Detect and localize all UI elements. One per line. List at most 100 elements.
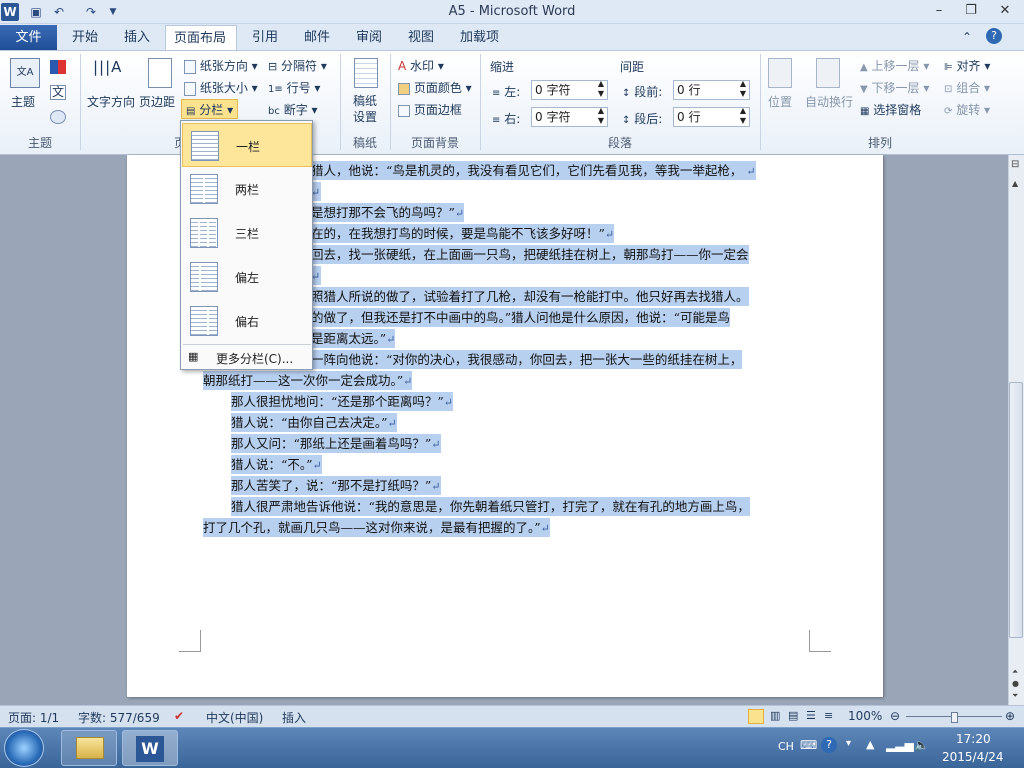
ime-help-icon[interactable]: ?	[821, 737, 837, 753]
insert-mode-indicator[interactable]: 插入	[282, 709, 306, 726]
send-backward-button[interactable]: ▼ 下移一层 ▾	[860, 79, 929, 96]
ime-options-icon[interactable]: ▾	[846, 738, 851, 749]
tab-home[interactable]: 开始	[64, 25, 106, 50]
columns-right-item[interactable]: 偏右	[182, 299, 312, 343]
doc-line[interactable]: 一阵向他说：“对你的决心，我很感动，你回去，把一张大一些的纸挂在树上，	[311, 350, 743, 369]
spinner-icon[interactable]: ▲ ▼	[598, 79, 604, 99]
columns-button[interactable]: ▤ 分栏 ▾	[181, 99, 239, 119]
doc-line[interactable]: 照猎人所说的做了，试验着打了几枪，却没有一枪能打中。他只好再去找猎人。	[311, 287, 749, 306]
columns-two-item[interactable]: 两栏	[182, 167, 312, 211]
volume-icon[interactable]: 🔈	[914, 738, 929, 752]
ime-icon[interactable]: ⌨	[800, 738, 817, 752]
doc-line[interactable]: 打了几个孔，就画几只鸟——这对你来说，是最有把握的了。”↵	[203, 518, 550, 537]
align-button[interactable]: ⊫ 对齐 ▾	[944, 57, 990, 74]
page-borders-button[interactable]: 页面边框	[398, 101, 462, 118]
next-page-icon[interactable]: ⏷	[1012, 691, 1018, 701]
margins-icon[interactable]	[148, 58, 172, 88]
draft-paper-icon[interactable]	[354, 58, 378, 88]
theme-fonts-icon[interactable]: 文	[50, 85, 66, 100]
close-button[interactable]: ✕	[990, 0, 1020, 22]
explorer-taskbar-button[interactable]	[61, 730, 117, 766]
tab-references[interactable]: 引用	[244, 25, 286, 50]
theme-effects-icon[interactable]	[50, 110, 66, 124]
outline-view-icon[interactable]: ☰	[806, 709, 816, 722]
ribbon-collapse-icon[interactable]: ⌃	[962, 30, 972, 44]
breaks-button[interactable]: ⊟ 分隔符 ▾	[268, 57, 327, 74]
margins-button[interactable]: 页边距	[139, 93, 175, 110]
tab-addins[interactable]: 加载项	[452, 25, 507, 50]
doc-line[interactable]: 猎人很严肃地告诉他说：“我的意思是，你先朝着纸只管打，打完了，就在有孔的地方画上…	[231, 497, 750, 516]
zoom-out-icon[interactable]: ⊖	[890, 709, 900, 723]
select-browse-object-icon[interactable]: ●	[1012, 679, 1019, 688]
selection-pane-button[interactable]: ▦ 选择窗格	[860, 101, 921, 118]
tab-page-layout[interactable]: 页面布局	[165, 25, 237, 51]
word-logo-icon[interactable]: W	[1, 3, 19, 21]
doc-line[interactable]: 在的，在我想打鸟的时候，要是鸟能不飞该多好呀！”↵	[311, 224, 615, 243]
start-button[interactable]	[4, 729, 44, 767]
indent-left-input[interactable]: 0 字符 ▲ ▼	[531, 79, 608, 100]
tab-file[interactable]: 文件	[0, 25, 57, 50]
draft-paper-button[interactable]: 稿纸 设置	[353, 93, 377, 125]
doc-line[interactable]: 回去，找一张硬纸，在上面画一只鸟，把硬纸挂在树上，朝那鸟打——你一定会	[311, 245, 749, 264]
theme-colors-icon[interactable]	[50, 60, 66, 74]
minimize-button[interactable]: –	[924, 0, 954, 22]
doc-line[interactable]: 猎人，他说：“鸟是机灵的，我没有看见它们，它们先看见我，等我一举起枪， ↵	[311, 161, 756, 180]
doc-line[interactable]: 那人苦笑了，说：“那不是打纸吗？”↵	[231, 476, 441, 495]
word-taskbar-button[interactable]: W	[122, 730, 178, 766]
doc-line[interactable]: 是想打那不会飞的鸟吗？”↵	[311, 203, 465, 222]
proofing-icon[interactable]: ✔	[174, 709, 184, 723]
columns-one-item[interactable]: 一栏	[182, 123, 312, 167]
line-numbers-button[interactable]: 1≡ 行号 ▾	[268, 79, 320, 96]
position-button[interactable]: 位置	[768, 93, 792, 110]
indent-right-input[interactable]: 0 字符 ▲ ▼	[531, 106, 608, 127]
ruler-toggle-icon[interactable]: ⊟	[1011, 159, 1019, 170]
spacing-before-input[interactable]: 0 行 ▲ ▼	[673, 79, 750, 100]
wrap-text-button[interactable]: 自动换行	[805, 93, 853, 110]
rotate-button[interactable]: ⟳ 旋转 ▾	[944, 101, 990, 118]
input-language[interactable]: CH	[778, 740, 794, 753]
help-icon[interactable]: ?	[986, 28, 1002, 44]
themes-icon[interactable]: 文A	[10, 58, 40, 88]
orientation-button[interactable]: 纸张方向 ▾	[184, 57, 258, 74]
scroll-up-icon[interactable]: ▲	[1012, 179, 1018, 188]
scrollbar-thumb[interactable]	[1009, 382, 1023, 638]
spinner-icon[interactable]: ▲ ▼	[598, 106, 604, 126]
bring-forward-button[interactable]: ▲ 上移一层 ▾	[860, 57, 929, 74]
redo-icon[interactable]: ↷	[82, 3, 100, 21]
zoom-in-icon[interactable]: ⊕	[1005, 709, 1015, 723]
doc-line[interactable]: 那人又问：“那纸上还是画着鸟吗？”↵	[231, 434, 441, 453]
hyphenation-button[interactable]: bc 断字 ▾	[268, 101, 318, 118]
network-icon[interactable]: ▂▃▅	[886, 738, 914, 752]
restore-button[interactable]: ❐	[956, 0, 986, 22]
doc-line[interactable]: 那人很担忧地问：“还是那个距离吗？”↵	[231, 392, 454, 411]
language-indicator[interactable]: 中文(中国)	[206, 709, 263, 726]
doc-line[interactable]: 猎人说：“不。”↵	[231, 455, 322, 474]
zoom-level[interactable]: 100%	[848, 709, 882, 723]
themes-button[interactable]: 主题	[11, 93, 35, 110]
save-icon[interactable]: ▣	[27, 3, 45, 21]
draft-view-icon[interactable]: ≡	[824, 709, 833, 722]
word-count[interactable]: 字数: 577/659	[78, 709, 160, 726]
undo-icon[interactable]: ↶	[50, 3, 68, 21]
watermark-button[interactable]: A 水印 ▾	[398, 57, 444, 74]
print-layout-icon[interactable]	[748, 709, 764, 724]
zoom-slider-thumb[interactable]	[951, 712, 958, 723]
spinner-icon[interactable]: ▲ ▼	[740, 79, 746, 99]
doc-line[interactable]: 是距离太远。”↵	[311, 329, 396, 348]
tab-view[interactable]: 视图	[400, 25, 442, 50]
doc-line[interactable]: 猎人说：“由你自己去决定。”↵	[231, 413, 397, 432]
clock-date[interactable]: 2015/4/24	[942, 750, 1004, 764]
page-count[interactable]: 页面: 1/1	[8, 709, 59, 726]
prev-page-icon[interactable]: ⏶	[1012, 667, 1018, 677]
group-button[interactable]: ⊡ 组合 ▾	[944, 79, 990, 96]
web-layout-icon[interactable]: ▤	[788, 709, 798, 722]
wrap-text-icon[interactable]	[816, 58, 840, 88]
text-direction-icon[interactable]: |||A	[93, 58, 127, 88]
doc-line[interactable]: 朝那纸打——这一次你一定会成功。”↵	[203, 371, 413, 390]
position-icon[interactable]	[768, 58, 792, 88]
customize-qat-icon[interactable]: ▼	[104, 3, 122, 21]
full-screen-reading-icon[interactable]: ▥	[770, 709, 780, 722]
spinner-icon[interactable]: ▲ ▼	[740, 106, 746, 126]
tab-insert[interactable]: 插入	[116, 25, 158, 50]
tab-mailings[interactable]: 邮件	[296, 25, 338, 50]
